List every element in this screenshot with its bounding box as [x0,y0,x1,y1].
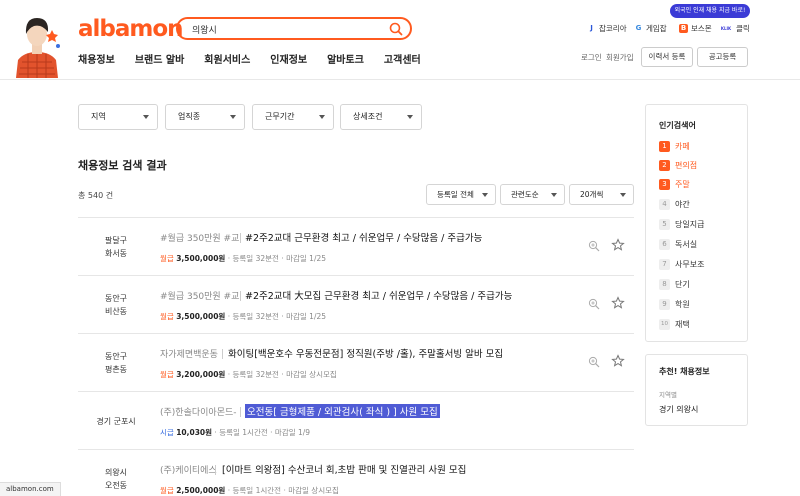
popular-keywords-panel: 인기검색어 1 카페 2 편의점 3 주말 4 야간 5 당일지급 6 독서실 7 사무보조 … [645,104,748,342]
job-meta: 시급 10,030원 · 등록일 1시간전 · 마감일 1/9 [160,428,311,437]
divider [240,233,241,243]
keyword-item[interactable]: 5 당일지급 [659,219,704,230]
job-title[interactable]: [이마트 의왕점] 수산코너 회,초밥 판매 및 진열관리 사원 모집 [222,462,466,476]
company-name[interactable]: (주)한솔다이아몬드- [160,405,237,418]
divider [240,291,241,301]
filter-period[interactable]: 근무기간 [252,104,334,130]
divider [222,349,223,359]
signup-link[interactable]: 회원가입 [606,52,634,63]
company-name[interactable]: #월급 350만원 #교 [160,231,239,244]
albamon-logo[interactable]: albamon [78,16,184,42]
login-link[interactable]: 로그인 [581,52,602,63]
nav-job-info[interactable]: 채용정보 [78,51,115,66]
chevron-down-icon [482,193,488,197]
post-job-button[interactable]: 공고등록 [697,47,748,67]
job-meta: 월급 3,500,000원 · 등록일 32분전 · 마감일 1/25 [160,312,327,321]
job-title[interactable]: 오전동[ 금형제품 / 외관검사( 좌식 ) ] 사원 모집 [245,404,440,418]
total-count: 총 540 건 [78,191,114,200]
search-bar [176,17,412,40]
zoom-icon[interactable] [588,298,600,310]
keyword-item[interactable]: 10 재택 [659,319,690,330]
star-icon[interactable] [611,238,625,252]
star-icon[interactable] [611,354,625,368]
table-row[interactable]: 경기 군포시 (주)한솔다이아몬드- 오전동[ 금형제품 / 외관검사( 좌식 … [78,392,634,450]
recommend-panel: 추천! 채용정보 지역별 경기 의왕시 [645,354,748,426]
search-input[interactable] [192,22,382,36]
table-row[interactable]: 의왕시 오전동 (주)케이티에스 [이마트 의왕점] 수산코너 회,초밥 판매 및… [78,450,634,496]
keyword-item[interactable]: 3 주말 [659,179,690,190]
sort-relevance[interactable]: 관련도순 [500,184,565,205]
job-location: 팔달구 화서동 [104,236,128,258]
company-name[interactable]: (주)케이티에스 [160,463,217,476]
sort-page-size[interactable]: 20개씩 [569,184,634,205]
table-row[interactable]: 동안구 평촌동 자가제면백운동 화이팅[백운호수 우동전문점] 정직원(주방 /홀… [78,334,634,392]
nav-talent-info[interactable]: 인재정보 [270,51,307,66]
nav-customer-center[interactable]: 고객센터 [384,51,421,66]
star-icon[interactable] [611,296,625,310]
jobkorea-icon: J [590,24,593,32]
result-title: 채용정보 검색 결과 [78,159,167,172]
recommend-title: 추천! 채용정보 [659,367,710,376]
job-location: 동안구 비산동 [104,294,128,316]
keyword-item[interactable]: 6 독서실 [659,239,697,250]
job-title[interactable]: #2주2교대 大모집 근무환경 최고 / 쉬운업무 / 수당많음 / 주급가능 [245,288,512,302]
nav-member-service[interactable]: 회원서비스 [204,51,250,66]
family-site-bossmon[interactable]: B 보스몬 [679,23,712,34]
company-name[interactable]: #월급 350만원 #교 [160,289,239,302]
popular-title: 인기검색어 [659,121,696,130]
filter-region[interactable]: 지역 [78,104,158,130]
nav-alba-talk[interactable]: 알바토크 [327,51,364,66]
status-bar-url: albamon.com [0,482,61,496]
zoom-icon[interactable] [588,240,600,252]
filter-industry[interactable]: 업직종 [165,104,245,130]
site-header: albamon 외국인 인재 채용 지금 바로! J 잡코리아 G 게임잡 B … [0,0,800,80]
keyword-item[interactable]: 8 단기 [659,279,690,290]
job-meta: 월급 3,500,000원 · 등록일 32분전 · 마감일 1/25 [160,254,327,263]
chevron-down-icon [551,193,557,197]
job-title[interactable]: #2주2교대 근무환경 최고 / 쉬운업무 / 수당많음 / 주급가능 [245,230,482,244]
job-meta: 월급 3,200,000원 · 등록일 32분전 · 마감일 상시모집 [160,370,337,379]
sort-date[interactable]: 등록일 전체 [426,184,496,205]
keyword-item[interactable]: 1 카페 [659,141,690,152]
gamejob-icon: G [635,24,642,32]
chevron-down-icon [620,193,626,197]
bossmon-icon: B [679,24,688,33]
job-meta: 월급 2,500,000원 · 등록일 1시간전 · 마감일 상시모집 [160,486,339,495]
family-site-gamejob[interactable]: G 게임잡 [634,23,667,34]
job-location: 의왕시 오전동 [104,468,128,490]
family-site-jobkorea[interactable]: J 잡코리아 [587,23,626,34]
family-site-klik[interactable]: KLIK 클릭 [719,23,750,34]
nav-brand-alba[interactable]: 브랜드 알바 [135,51,184,66]
job-title[interactable]: 화이팅[백운호수 우동전문점] 정직원(주방 /홀), 주말홀서빙 알바 모집 [228,346,503,360]
klik-icon: KLIK [720,26,732,31]
keyword-item[interactable]: 9 학원 [659,299,690,310]
table-row[interactable]: 팔달구 화서동 #월급 350만원 #교 #2주2교대 근무환경 최고 / 쉬운업… [78,218,634,276]
chevron-down-icon [230,115,236,119]
job-list: 팔달구 화서동 #월급 350만원 #교 #2주2교대 근무환경 최고 / 쉬운업… [78,217,634,495]
chevron-down-icon [407,115,413,119]
job-location: 경기 군포시 [96,416,136,426]
job-location: 동안구 평촌동 [104,352,128,374]
resume-register-button[interactable]: 이력서 등록 [641,47,693,67]
keyword-item[interactable]: 7 사무보조 [659,259,704,270]
filter-detail[interactable]: 상세조건 [340,104,422,130]
keyword-item[interactable]: 2 편의점 [659,160,697,171]
divider [240,407,241,417]
foreign-hire-badge[interactable]: 외국인 인재 채용 지금 바로! [670,4,750,18]
model-banner-image[interactable] [8,12,66,78]
divider [215,465,216,475]
table-row[interactable]: 동안구 비산동 #월급 350만원 #교 #2주2교대 大모집 근무환경 최고 /… [78,276,634,334]
keyword-item[interactable]: 4 야간 [659,199,690,210]
search-icon[interactable] [388,21,404,37]
recommend-label: 지역별 [659,391,677,399]
company-name[interactable]: 자가제면백운동 [160,347,218,360]
chevron-down-icon [319,115,325,119]
chevron-down-icon [143,115,149,119]
recommend-region[interactable]: 경기 의왕시 [659,404,698,415]
main-nav: 채용정보 브랜드 알바 회원서비스 인재정보 알바토크 고객센터 [78,51,441,66]
zoom-icon[interactable] [588,356,600,368]
